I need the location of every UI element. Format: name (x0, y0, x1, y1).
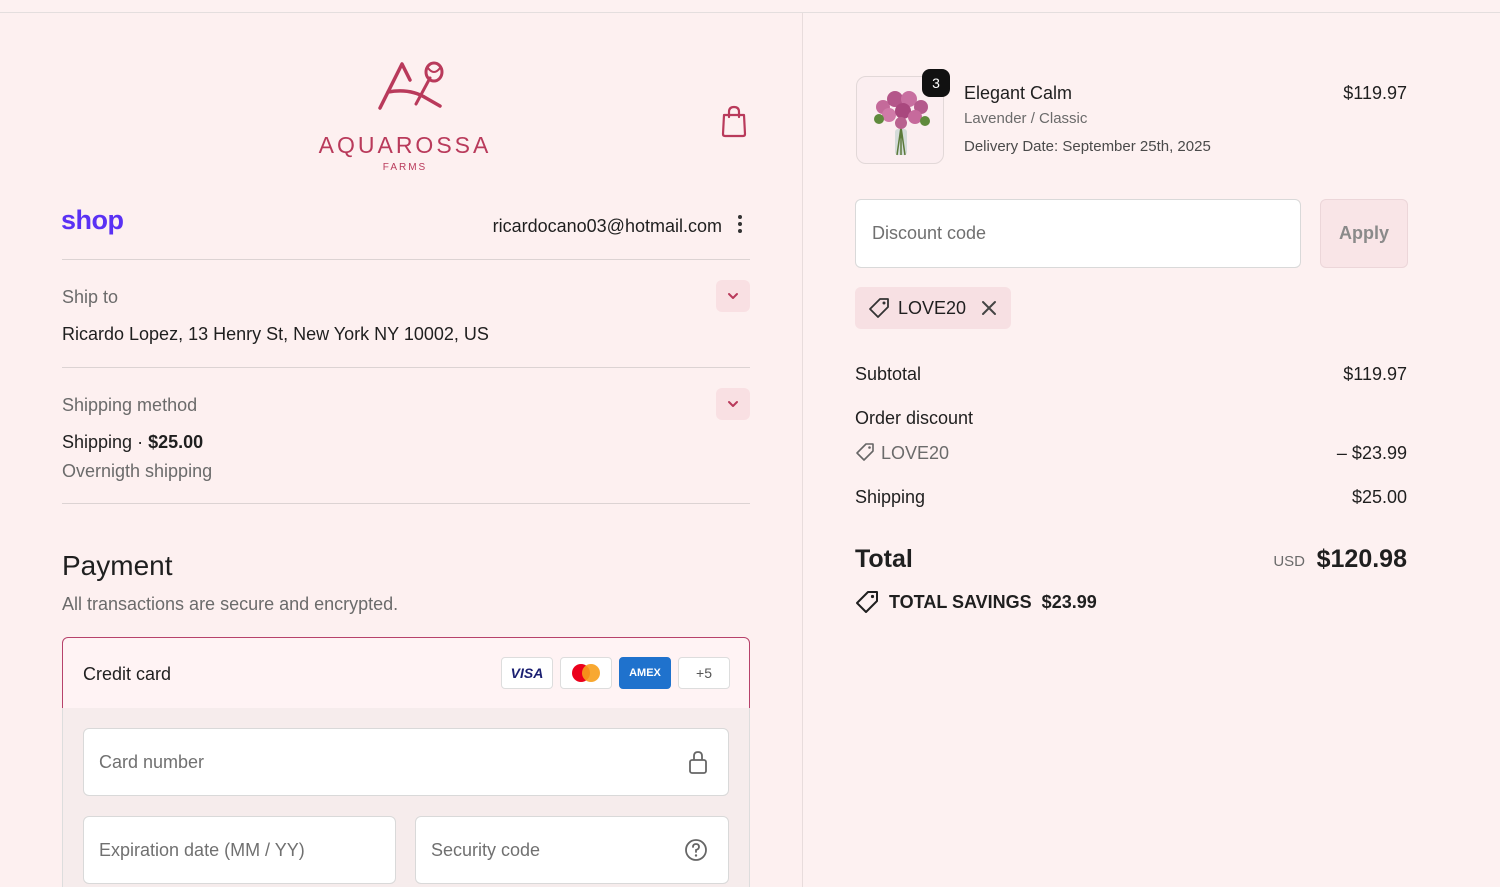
quantity-badge: 3 (922, 69, 950, 97)
total-savings: TOTAL SAVINGS $23.99 (889, 592, 1097, 612)
product-price: $119.97 (1343, 83, 1407, 103)
chevron-down-icon (728, 401, 738, 407)
help-icon[interactable] (684, 837, 708, 863)
account-menu-icon[interactable] (730, 213, 750, 239)
total-value: $120.98 (1316, 545, 1407, 573)
order-discount-code: LOVE20 (881, 443, 950, 463)
shipping-name: Shipping (62, 432, 133, 452)
brand-name: AQUAROSSA (318, 132, 492, 158)
tag-icon (856, 443, 874, 461)
applied-discount-code: LOVE20 (898, 298, 967, 318)
card-number-field[interactable] (83, 728, 729, 796)
brand-subtitle: FARMS (382, 162, 428, 173)
shipping-price: $25.00 (148, 432, 204, 452)
cart-bag-icon[interactable] (718, 104, 750, 138)
payment-subtitle: All transactions are secure and encrypte… (62, 594, 399, 614)
divider (62, 367, 750, 368)
ship-to-toggle[interactable] (716, 280, 750, 312)
payment-heading: Payment (62, 550, 173, 581)
card-number-input[interactable] (84, 729, 728, 795)
shipping-method-label: Shipping method (62, 395, 198, 415)
tag-icon (869, 298, 889, 318)
order-discount-label: Order discount (855, 408, 974, 428)
delivery-date: Delivery Date: September 25th, 2025 (964, 138, 1211, 155)
chevron-down-icon (728, 293, 738, 299)
account-email: ricardocano03@hotmail.com (492, 216, 722, 236)
visa-icon: VISA (501, 657, 553, 689)
discount-code-field[interactable] (855, 199, 1301, 268)
close-icon[interactable] (977, 296, 1001, 320)
credit-card-label: Credit card (83, 664, 172, 684)
credit-card-option[interactable]: Credit card VISA AMEX +5 (62, 637, 750, 709)
rose-logo-icon (378, 61, 444, 110)
product-variant: Lavender / Classic (964, 110, 1088, 127)
shipping-method-toggle[interactable] (716, 388, 750, 420)
security-code-input[interactable] (416, 817, 728, 883)
discount-code-input[interactable] (856, 200, 1300, 267)
savings-tag-icon (856, 591, 878, 613)
expiration-input[interactable] (84, 817, 395, 883)
applied-discount-chip: LOVE20 (855, 287, 1011, 329)
total-currency: USD (1273, 553, 1305, 570)
lock-icon (689, 751, 707, 774)
more-cards-badge: +5 (678, 657, 730, 689)
mastercard-icon (560, 657, 612, 689)
divider (62, 503, 750, 504)
shipping-summary-label: Shipping (855, 487, 926, 507)
shop-pay-logo: shop (61, 205, 124, 235)
shipping-summary-value: $25.00 (1351, 487, 1407, 507)
divider (62, 259, 750, 260)
subtotal-value: $119.97 (1343, 364, 1407, 384)
order-discount-value: – $23.99 (1336, 443, 1407, 463)
shipping-method-value: Shipping · $25.00 (62, 432, 203, 453)
ship-to-label: Ship to (62, 287, 119, 307)
store-logo[interactable]: AQUAROSSA FARMS (300, 58, 510, 178)
amex-icon: AMEX (619, 657, 671, 689)
total-label: Total (855, 545, 913, 573)
expiration-field[interactable] (83, 816, 396, 884)
apply-discount-button[interactable]: Apply (1320, 199, 1408, 268)
shipping-separator: · (137, 432, 144, 452)
shipping-detail: Overnigth shipping (62, 461, 213, 481)
subtotal-label: Subtotal (855, 364, 922, 384)
security-code-field[interactable] (415, 816, 729, 884)
credit-card-form (62, 708, 750, 887)
ship-to-address: Ricardo Lopez, 13 Henry St, New York NY … (62, 324, 489, 344)
product-name: Elegant Calm (964, 83, 1073, 103)
